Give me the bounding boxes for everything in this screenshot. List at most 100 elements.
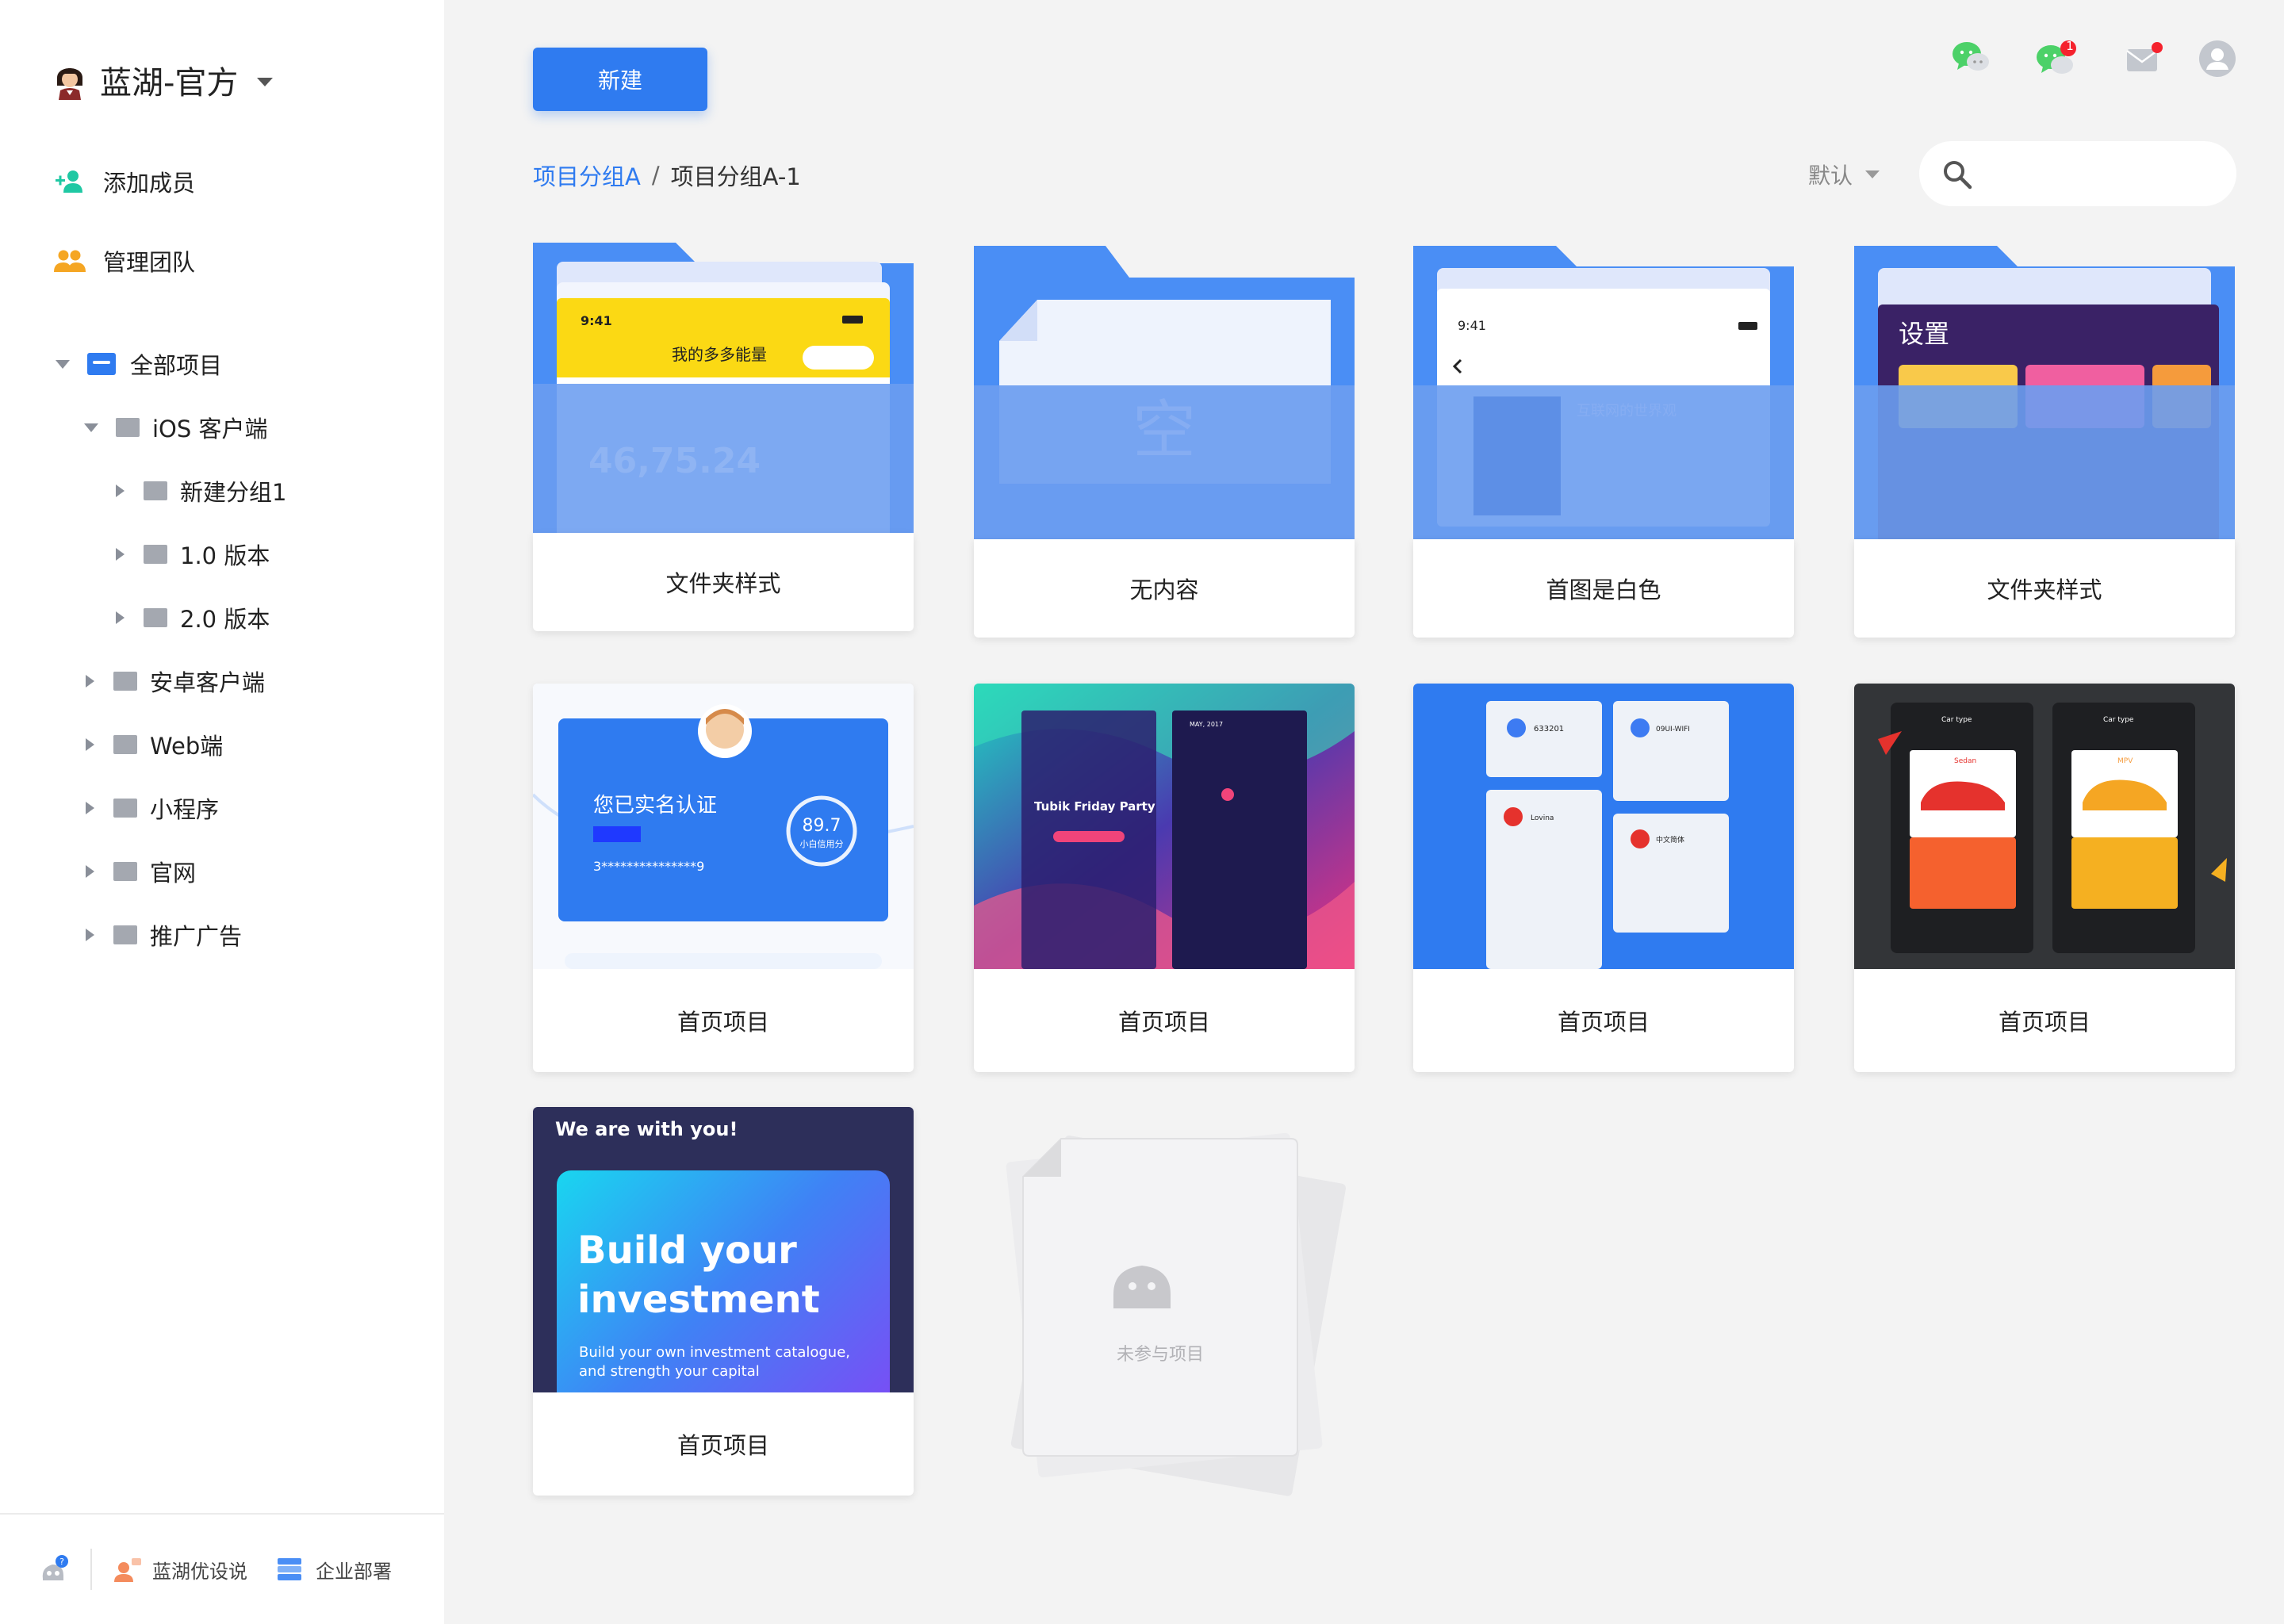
breadcrumb: 项目分组A / 项目分组A-1 — [533, 159, 801, 192]
project-card[interactable]: 633201 09UI-WIFI Lovina 中文简体 首页项目 — [1413, 684, 1794, 1072]
svg-text:89.7: 89.7 — [803, 816, 841, 836]
tree-item-v1[interactable]: 1.0 版本 — [116, 538, 270, 571]
project-card[interactable]: We are with you! Build your investment B… — [533, 1107, 914, 1496]
caret-right-icon[interactable] — [116, 485, 125, 497]
svg-text:MPV: MPV — [2117, 757, 2133, 765]
new-button[interactable]: 新建 — [533, 48, 707, 111]
folder-icon — [113, 862, 137, 881]
mail-icon[interactable] — [2124, 40, 2163, 76]
card-title: 首页项目 — [1117, 1009, 1210, 1036]
card-thumbnail: We are with you! Build your investment B… — [533, 1107, 914, 1392]
project-card[interactable]: Car type Car type Sedan MPV 首页项目 — [1854, 684, 2235, 1072]
breadcrumb-parent-link[interactable]: 项目分组A — [533, 159, 641, 192]
wechat-messages-icon[interactable]: 1 — [2035, 39, 2076, 76]
server-icon — [276, 1557, 305, 1582]
card-title: 无内容 — [974, 539, 1355, 638]
manage-team-label: 管理团队 — [103, 249, 196, 276]
tree-item-label: 官网 — [150, 860, 197, 887]
speaker-icon — [113, 1557, 141, 1582]
thumb-title: Build your investment — [577, 1228, 820, 1322]
sidebar: 蓝湖-官方 添加成员 管理团队 全部项目 iOS 客户端 新建分组1 1.0 版… — [0, 0, 444, 1624]
breadcrumb-current: 项目分组A-1 — [670, 163, 801, 190]
tree-item-group1[interactable]: 新建分组1 — [116, 474, 286, 508]
tree-item-miniprogram[interactable]: 小程序 — [86, 791, 219, 825]
manage-team-button[interactable]: 管理团队 — [54, 244, 195, 278]
wechat-icon[interactable] — [1951, 40, 1989, 76]
add-member-button[interactable]: 添加成员 — [54, 165, 195, 198]
tree-item-all-projects[interactable]: 全部项目 — [56, 347, 222, 381]
document-stack-icon — [1006, 1132, 1347, 1496]
svg-text:您已实名认证: 您已实名认证 — [593, 794, 717, 818]
caret-right-icon[interactable] — [86, 738, 94, 751]
project-card[interactable]: 空 无内容 — [974, 246, 1355, 638]
project-card[interactable]: Tubik Friday Party MAY, 2017 首页项目 — [974, 684, 1355, 1072]
add-user-icon — [54, 169, 86, 194]
tree-item-web[interactable]: Web端 — [86, 728, 223, 761]
svg-text:Lovina: Lovina — [1531, 814, 1554, 822]
card-title: 文件夹样式 — [1854, 539, 2235, 638]
caret-right-icon[interactable] — [86, 929, 94, 941]
sort-dropdown[interactable]: 默认 — [1808, 159, 1880, 190]
caret-right-icon[interactable] — [86, 675, 94, 688]
caret-right-icon[interactable] — [116, 611, 125, 624]
tree-item-label: 推广广告 — [150, 923, 243, 950]
svg-text:MAY, 2017: MAY, 2017 — [1190, 721, 1223, 728]
notification-badge: 1 — [2066, 39, 2074, 53]
team-switcher[interactable]: 蓝湖-官方 — [52, 57, 274, 103]
tree-item-label: iOS 客户端 — [152, 416, 268, 442]
breadcrumb-separator: / — [651, 162, 660, 189]
search-box[interactable] — [1919, 141, 2236, 206]
svg-text:?: ? — [59, 1557, 64, 1567]
folder-thumbnail: 设置 — [1854, 246, 2235, 544]
search-icon — [1941, 159, 1973, 190]
chevron-down-icon — [1865, 170, 1880, 178]
project-card[interactable]: 9:41 互联网的世界观 首图是白色 — [1413, 246, 1794, 638]
svg-text:设置: 设置 — [1899, 319, 1949, 349]
tree-item-label: Web端 — [150, 733, 224, 760]
project-card[interactable]: 您已实名认证 3***************9 89.7 小白信用分 首页项目 — [533, 684, 914, 1072]
footer-label: 蓝湖优设说 — [152, 1560, 247, 1583]
caret-right-icon[interactable] — [86, 802, 94, 814]
tree-item-label: 新建分组1 — [180, 479, 287, 506]
folder-icon — [113, 672, 137, 691]
help-icon[interactable]: ? — [38, 1553, 70, 1585]
folder-icon — [144, 608, 167, 627]
card-title: 文件夹样式 — [533, 533, 914, 631]
project-card[interactable]: 9:41 我的多多能量 46,75.24 文件夹样式 — [533, 243, 914, 631]
svg-text:互联网的世界观: 互联网的世界观 — [1577, 403, 1677, 419]
svg-text:Car type: Car type — [1941, 716, 1972, 724]
caret-down-icon[interactable] — [84, 423, 98, 432]
tree-item-ads[interactable]: 推广广告 — [86, 918, 242, 952]
caret-right-icon[interactable] — [86, 865, 94, 878]
card-thumbnail: Tubik Friday Party MAY, 2017 — [974, 684, 1355, 969]
folder-icon — [113, 925, 137, 944]
card-title: 首页项目 — [1557, 1009, 1650, 1036]
team-icon — [54, 248, 86, 274]
search-input[interactable] — [1987, 154, 2217, 193]
sort-label: 默认 — [1808, 163, 1853, 189]
project-card[interactable]: 设置 文件夹样式 — [1854, 246, 2235, 638]
svg-text:633201: 633201 — [1534, 725, 1564, 733]
footer-link-blog[interactable]: 蓝湖优设说 — [113, 1556, 247, 1584]
caret-down-icon[interactable] — [56, 359, 70, 369]
tree-item-android[interactable]: 安卓客户端 — [86, 665, 265, 698]
svg-text:空: 空 — [1132, 393, 1196, 467]
tree-item-label: 2.0 版本 — [180, 606, 270, 633]
tree-item-website[interactable]: 官网 — [86, 855, 196, 888]
svg-text:9:41: 9:41 — [1458, 318, 1486, 333]
folder-icon — [113, 735, 137, 754]
user-avatar-icon[interactable] — [2198, 40, 2236, 77]
placeholder-card: 未参与项目 — [974, 1107, 1355, 1503]
svg-text:Sedan: Sedan — [1954, 757, 1976, 765]
card-title: 首页项目 — [676, 1432, 769, 1459]
footer-link-enterprise[interactable]: 企业部署 — [276, 1556, 392, 1584]
team-avatar-icon — [52, 60, 87, 100]
team-name: 蓝湖-官方 — [100, 65, 239, 102]
caret-right-icon[interactable] — [116, 548, 125, 561]
card-thumbnail: 633201 09UI-WIFI Lovina 中文简体 — [1413, 684, 1794, 969]
folder-thumbnail: 9:41 我的多多能量 46,75.24 — [533, 243, 914, 536]
projects-box-icon — [87, 353, 116, 375]
tree-item-v2[interactable]: 2.0 版本 — [116, 601, 270, 634]
svg-text:小白信用分: 小白信用分 — [800, 838, 844, 849]
tree-item-ios[interactable]: iOS 客户端 — [84, 411, 268, 444]
